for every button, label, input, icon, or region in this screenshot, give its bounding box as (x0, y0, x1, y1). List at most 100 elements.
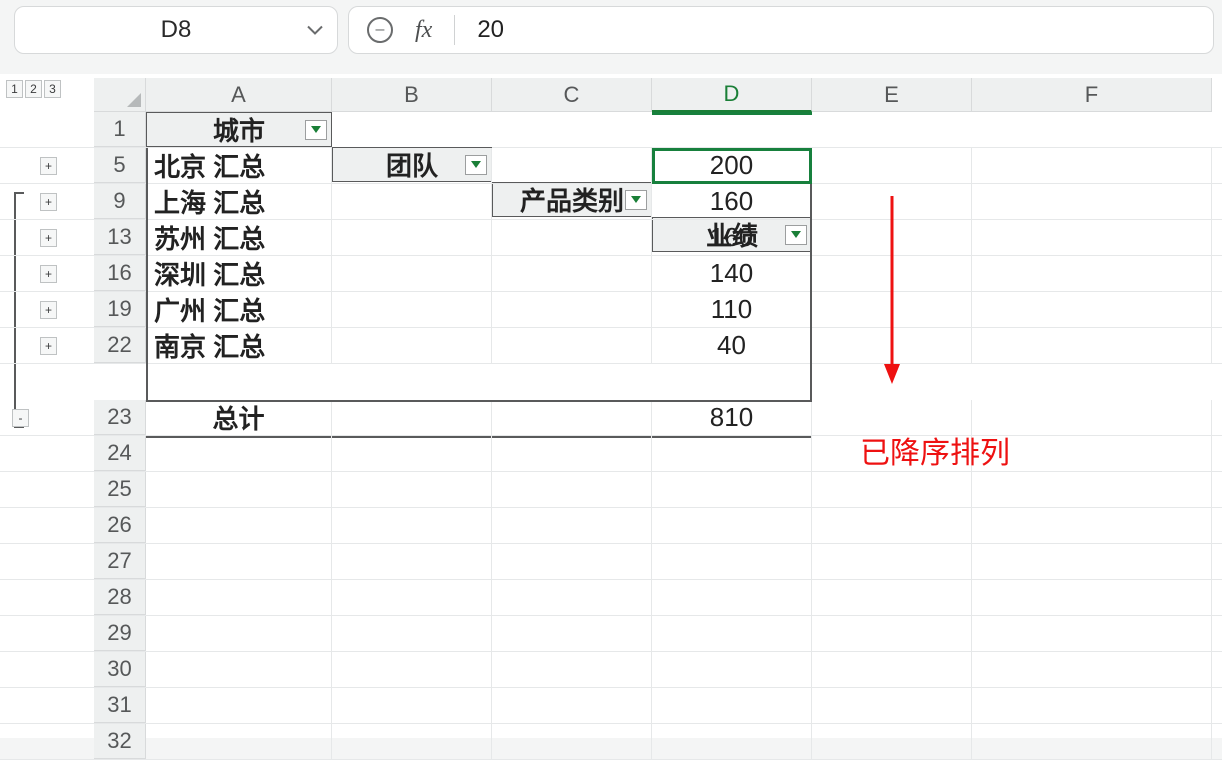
cell-city[interactable]: 北京 汇总 (146, 148, 332, 183)
cell[interactable] (972, 220, 1212, 255)
cell[interactable] (332, 472, 492, 507)
row-head-1[interactable]: 1 (94, 112, 146, 147)
cell[interactable] (146, 436, 332, 471)
cell[interactable] (972, 256, 1212, 291)
cell-value[interactable]: 200 (652, 148, 812, 183)
col-D[interactable]: D (652, 78, 812, 112)
cell[interactable] (652, 436, 812, 471)
cell-B23[interactable] (332, 400, 492, 435)
fx-icon[interactable]: fx (415, 17, 432, 44)
expand-icon[interactable]: + (40, 337, 57, 355)
cell[interactable] (146, 544, 332, 579)
col-F[interactable]: F (972, 78, 1212, 112)
cell[interactable] (812, 616, 972, 651)
cell[interactable] (812, 652, 972, 687)
cell[interactable] (812, 508, 972, 543)
cell[interactable] (146, 652, 332, 687)
cell-F23[interactable] (972, 400, 1212, 435)
cell[interactable] (492, 652, 652, 687)
cell[interactable] (492, 436, 652, 471)
cell[interactable] (332, 256, 492, 291)
col-E[interactable]: E (812, 78, 972, 112)
cell-C23[interactable] (492, 400, 652, 435)
cell-E23[interactable] (812, 400, 972, 435)
expand-icon[interactable]: + (40, 301, 57, 319)
cell[interactable] (652, 652, 812, 687)
cell[interactable] (652, 616, 812, 651)
total-value[interactable]: 810 (652, 400, 812, 435)
cell[interactable] (492, 184, 652, 219)
cell[interactable] (146, 688, 332, 723)
col-B[interactable]: B (332, 78, 492, 112)
cell[interactable] (332, 724, 492, 759)
cell[interactable] (492, 256, 652, 291)
expand-icon[interactable]: + (40, 229, 57, 247)
name-box[interactable]: D8 (14, 6, 338, 54)
cell-value[interactable]: 140 (652, 256, 812, 291)
cell[interactable] (972, 724, 1212, 759)
cell-city[interactable]: 上海 汇总 (146, 184, 332, 219)
cell[interactable] (332, 148, 492, 183)
cell[interactable] (812, 328, 972, 363)
cell[interactable] (332, 616, 492, 651)
row-head[interactable]: 24 (94, 436, 146, 471)
row-head[interactable]: 5 (94, 148, 146, 183)
cell[interactable] (972, 472, 1212, 507)
cell[interactable] (812, 256, 972, 291)
cell[interactable] (972, 688, 1212, 723)
row-head[interactable]: 16 (94, 256, 146, 291)
expand-icon[interactable]: + (40, 193, 57, 211)
outline-level-2[interactable]: 2 (25, 80, 42, 98)
cell[interactable] (972, 544, 1212, 579)
row-head[interactable]: 29 (94, 616, 146, 651)
cell[interactable] (492, 508, 652, 543)
cell[interactable] (652, 544, 812, 579)
cell[interactable] (332, 184, 492, 219)
cell-city[interactable]: 南京 汇总 (146, 328, 332, 363)
cell-city[interactable]: 广州 汇总 (146, 292, 332, 327)
cell[interactable] (972, 328, 1212, 363)
cell[interactable] (146, 508, 332, 543)
cell[interactable] (332, 220, 492, 255)
cell-city[interactable]: 深圳 汇总 (146, 256, 332, 291)
cell[interactable] (146, 724, 332, 759)
cell[interactable] (812, 436, 972, 471)
cell[interactable] (492, 472, 652, 507)
cell[interactable] (812, 688, 972, 723)
row-head[interactable]: 32 (94, 724, 146, 759)
cell[interactable] (332, 436, 492, 471)
cell[interactable] (972, 148, 1212, 183)
cell[interactable] (972, 436, 1212, 471)
row-head[interactable]: 26 (94, 508, 146, 543)
outline-level-3[interactable]: 3 (44, 80, 61, 98)
cell[interactable] (812, 148, 972, 183)
row-head[interactable]: 27 (94, 544, 146, 579)
cell[interactable] (492, 544, 652, 579)
cell[interactable] (332, 688, 492, 723)
cell[interactable] (146, 472, 332, 507)
col-C[interactable]: C (492, 78, 652, 112)
expand-icon[interactable]: + (40, 157, 57, 175)
select-all-cell[interactable] (94, 78, 146, 112)
total-label[interactable]: 总计 (146, 400, 332, 435)
cell[interactable] (972, 652, 1212, 687)
cell[interactable] (332, 328, 492, 363)
cell-value[interactable]: 160 (652, 220, 812, 255)
col-A[interactable]: A (146, 78, 332, 112)
cell[interactable] (812, 472, 972, 507)
row-head[interactable]: 31 (94, 688, 146, 723)
cell[interactable] (332, 292, 492, 327)
cell[interactable] (332, 652, 492, 687)
cell[interactable] (652, 688, 812, 723)
cell[interactable] (146, 580, 332, 615)
cell[interactable] (492, 688, 652, 723)
cell[interactable] (492, 580, 652, 615)
collapse-icon[interactable]: - (12, 409, 29, 427)
row-head[interactable]: 9 (94, 184, 146, 219)
cell[interactable] (812, 292, 972, 327)
expand-icon[interactable]: + (40, 265, 57, 283)
cell-value[interactable]: 160 (652, 184, 812, 219)
cell-value[interactable]: 110 (652, 292, 812, 327)
outline-level-1[interactable]: 1 (6, 80, 23, 98)
cell[interactable] (652, 508, 812, 543)
